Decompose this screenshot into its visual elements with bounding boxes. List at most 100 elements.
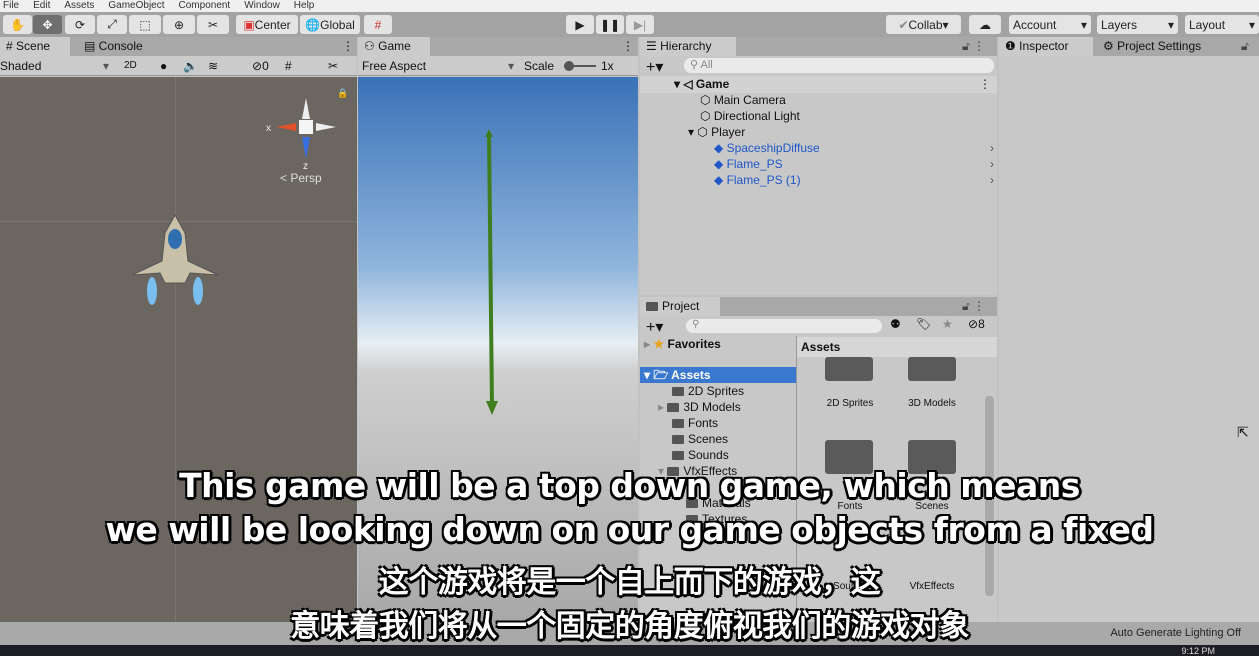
game-tabbar: ⚇ Game ⋮	[358, 37, 638, 56]
menu-bar: File Edit Assets GameObject Component Window H…	[0, 0, 1259, 12]
pause-button[interactable]: ❚❚	[596, 15, 624, 34]
pivot-label: Center	[254, 17, 291, 32]
layout-dropdown[interactable]: Layout ▾	[1185, 15, 1259, 34]
audio-icon[interactable]: 🔈	[183, 56, 198, 76]
lock-icon[interactable]: 🔓︎ ⋮	[956, 297, 991, 316]
pivot-center-button[interactable]: ▣ Center	[236, 15, 298, 34]
menu-component[interactable]: Component	[179, 0, 231, 11]
grid-icon[interactable]: #	[285, 56, 292, 76]
star-icon[interactable]: ★	[942, 317, 953, 331]
scale-icon: ⤢	[107, 17, 117, 31]
project-search-input[interactable]: ⚲	[686, 319, 882, 333]
label-icon[interactable]: 🏷︎	[916, 317, 931, 331]
rotate-tool-button[interactable]: ⟳	[65, 15, 95, 34]
layout-label: Layout	[1189, 17, 1226, 32]
snap-button[interactable]: #	[364, 15, 392, 34]
folder-item[interactable]: ▸ 3D Models	[658, 399, 741, 415]
tab-label: Project	[662, 299, 700, 313]
folder-icon[interactable]	[825, 357, 873, 381]
folder-icon[interactable]	[908, 357, 956, 381]
transform-tool-button[interactable]: ⊕	[163, 15, 195, 34]
menu-file[interactable]: File	[3, 0, 19, 11]
add-icon[interactable]: +▾	[646, 57, 663, 77]
game-toolbar: Free Aspect ▾ Scale 1x	[358, 56, 638, 76]
effects-icon[interactable]: ≋	[208, 56, 218, 76]
account-dropdown[interactable]: Account ▾	[1009, 15, 1091, 34]
cloud-button[interactable]: ☁	[969, 15, 1001, 34]
menu-edit[interactable]: Edit	[33, 0, 50, 11]
shading-dropdown[interactable]: Shaded	[0, 56, 41, 76]
list-item[interactable]: ◆ Flame_PS ›	[714, 156, 994, 172]
list-item[interactable]: ◆ SpaceshipDiffuse ›	[714, 140, 994, 156]
tab-game[interactable]: ⚇ Game	[358, 37, 430, 56]
grid-header: Assets	[797, 337, 997, 357]
lighting-icon[interactable]: ●	[160, 56, 167, 76]
scale-slider-thumb[interactable]	[564, 61, 574, 71]
folder-label: 3D Models	[683, 400, 741, 414]
hand-tool-button[interactable]: ✋	[3, 15, 32, 34]
tab-console[interactable]: ▤ Console	[78, 37, 149, 56]
folder-label: Scenes	[688, 432, 729, 446]
filter-type-icon[interactable]: ⚉	[890, 317, 901, 331]
list-item[interactable]: ⬡ Main Camera	[700, 92, 786, 108]
folder-item[interactable]: 2D Sprites	[672, 383, 744, 399]
grid-item-label[interactable]: 2D Sprites	[810, 398, 890, 409]
persp-text: Persp	[290, 171, 322, 185]
tools-icon[interactable]: ✂	[328, 56, 338, 76]
aspect-dropdown[interactable]: Free Aspect	[362, 56, 426, 76]
tab-label: Inspector	[1019, 39, 1069, 53]
tab-project-settings[interactable]: ⚙ Project Settings	[1097, 37, 1207, 56]
favorites-item[interactable]: ▸ ★ Favorites	[644, 336, 721, 352]
item-label: Flame_PS	[726, 157, 783, 171]
list-item[interactable]: ▾ ⬡ Player	[688, 124, 745, 140]
folder-item[interactable]: Scenes	[672, 431, 728, 447]
grid-item-label[interactable]: 3D Models	[892, 398, 972, 409]
tab-project[interactable]: Project	[640, 297, 720, 316]
scale-tool-button[interactable]: ⤢	[97, 15, 127, 34]
layers-label: Layers	[1101, 17, 1138, 32]
move-tool-button[interactable]: ✥	[33, 15, 62, 34]
layers-dropdown[interactable]: Layers ▾	[1097, 15, 1178, 34]
list-item[interactable]: ◆ Flame_PS (1) ›	[714, 172, 994, 188]
tab-inspector[interactable]: ❶ Inspector	[999, 37, 1093, 56]
tab-label: Console	[98, 39, 143, 53]
more-icon[interactable]: ⋮	[616, 37, 640, 56]
list-item[interactable]: ⬡ Directional Light	[700, 108, 800, 124]
play-button[interactable]: ▶	[566, 15, 594, 34]
inspector-tabbar: ❶ Inspector ⚙ Project Settings 🔓︎	[999, 37, 1259, 56]
scene-gizmo[interactable]: x z	[262, 95, 342, 205]
info-icon: ❶	[1005, 39, 1016, 53]
spaceship-sprite[interactable]	[130, 213, 220, 313]
rect-tool-button[interactable]: ⬚	[129, 15, 161, 34]
tab-hierarchy[interactable]: ☰ Hierarchy	[640, 37, 736, 56]
collab-button[interactable]: ✔ Collab ▾	[886, 15, 961, 34]
tab-scene[interactable]: # Scene	[0, 37, 70, 56]
menu-gameobject[interactable]: GameObject	[108, 0, 164, 11]
scene-row[interactable]: ▾ ◁ Game ⋮	[640, 76, 997, 93]
menu-help[interactable]: Help	[294, 0, 315, 11]
assets-root-item[interactable]: ▾ 🗁 Assets	[640, 367, 796, 383]
hidden-objects-icon[interactable]: ⊘0	[252, 56, 269, 76]
pivot-global-button[interactable]: 🌐 Global	[300, 15, 360, 34]
lock-icon[interactable]: 🔓︎	[1235, 37, 1255, 56]
step-button[interactable]: ▶|	[626, 15, 654, 34]
add-icon[interactable]: +▾	[646, 317, 663, 337]
step-icon: ▶|	[633, 17, 647, 32]
persp-label: < Persp	[280, 171, 322, 185]
favorites-label: Favorites	[667, 337, 721, 351]
hidden-packages-icon[interactable]: ⊘8	[968, 317, 985, 331]
menu-assets[interactable]: Assets	[64, 0, 94, 11]
more-icon[interactable]: ⋮	[336, 37, 360, 56]
lock-icon[interactable]: 🔓︎ ⋮	[956, 37, 991, 56]
item-label: Flame_PS (1)	[726, 173, 801, 187]
folder-label: 2D Sprites	[688, 384, 745, 398]
hierarchy-search-input[interactable]: ⚲ All	[684, 58, 994, 73]
subtitle-line: 意味着我们将从一个固定的角度俯视我们的游戏对象	[290, 609, 969, 644]
folder-item[interactable]: Sounds	[672, 447, 729, 463]
menu-window[interactable]: Window	[244, 0, 280, 11]
folder-open-icon: 🗁	[653, 368, 669, 382]
custom-tool-button[interactable]: ✂	[197, 15, 229, 34]
2d-toggle[interactable]: 2D	[124, 56, 137, 76]
lock-icon[interactable]: 🔒	[337, 88, 348, 99]
folder-item[interactable]: Fonts	[672, 415, 718, 431]
